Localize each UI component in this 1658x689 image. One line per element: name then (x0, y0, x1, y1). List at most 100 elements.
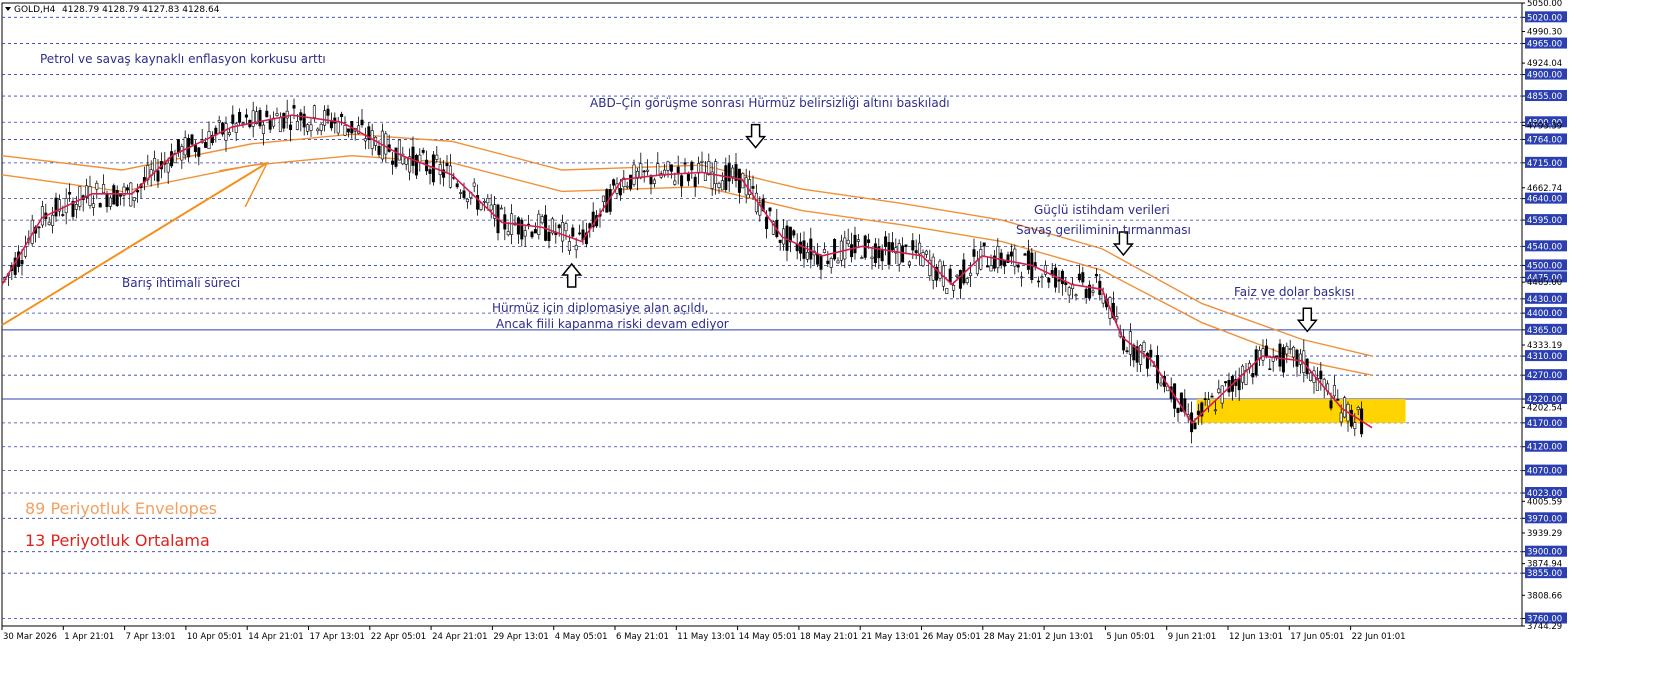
x-tick-label: 6 May 21:01 (616, 632, 669, 642)
candle-body (1343, 397, 1347, 418)
candle-body (986, 265, 990, 268)
candle-body (207, 131, 211, 150)
candle-body (700, 160, 704, 163)
candle-body (414, 155, 418, 176)
candle-body (1145, 352, 1149, 369)
y-tick-label: 4924.04 (1527, 59, 1562, 69)
candle-body (924, 250, 928, 255)
candle-body (829, 257, 833, 268)
candle-body (1139, 345, 1143, 365)
candle-body (914, 250, 918, 254)
x-tick-label: 22 Jun 01:01 (1352, 632, 1406, 642)
candle-body (503, 214, 507, 230)
candle-body (612, 179, 616, 186)
x-axis: 30 Mar 2026 1 Apr 21:01 7 Apr 13:01 10 Apr … (1, 626, 1406, 642)
candle-body (1224, 381, 1228, 384)
candle-body (289, 124, 293, 130)
header-symbol: GOLD,H4 (14, 5, 56, 15)
candle-body (1336, 399, 1340, 401)
y-tick-label: 4430.00 (1527, 295, 1562, 305)
candle-body (1278, 343, 1282, 367)
candle-body (578, 232, 582, 235)
candle-body (1125, 350, 1129, 353)
candle-body (850, 244, 854, 258)
candle-body (601, 195, 605, 202)
x-tick-label: 24 Apr 21:01 (432, 632, 487, 642)
candle-body (1077, 273, 1081, 281)
candle-body (112, 185, 116, 205)
candle-body (102, 184, 106, 194)
candle-body (1285, 345, 1289, 355)
candle-body (462, 190, 466, 198)
candle-body (1176, 407, 1180, 413)
candle-body (680, 175, 684, 187)
candle-body (74, 204, 78, 210)
candle-body (860, 257, 864, 259)
y-tick-label: 3855.00 (1527, 569, 1562, 579)
candle-body (792, 230, 796, 236)
y-tick-label: 4715.00 (1527, 159, 1562, 169)
candle-body (91, 203, 95, 208)
candle-body (1339, 412, 1343, 423)
candle-body (907, 261, 911, 266)
candle-body (826, 260, 830, 264)
candle-body (1081, 272, 1085, 283)
y-tick-label: 4855.00 (1527, 92, 1562, 102)
candle-body (1292, 346, 1296, 358)
candle-body (632, 164, 636, 185)
candle-body (306, 124, 310, 132)
x-tick-label: 9 Jun 21:01 (1168, 632, 1217, 642)
candle-body (108, 197, 112, 207)
candle-body (778, 239, 782, 243)
candle-body (822, 249, 826, 253)
candle-body (853, 234, 857, 254)
candle-body (856, 239, 860, 242)
candle-body (268, 120, 272, 130)
candle-body (1057, 279, 1061, 282)
candle-body (1281, 347, 1285, 373)
candle-body (768, 207, 772, 212)
candle-body (972, 249, 976, 257)
candle-body (931, 256, 935, 281)
candle-body (656, 163, 660, 176)
candle-body (751, 186, 755, 189)
candle-body (251, 110, 255, 127)
candle-body (435, 154, 439, 160)
candle-body (78, 186, 82, 207)
candle-body (292, 105, 296, 109)
candle-body (105, 193, 109, 207)
candle-body (391, 160, 395, 165)
candle-body (455, 183, 459, 188)
candle-body (275, 113, 279, 116)
candle-body (23, 246, 27, 257)
candle-body (921, 252, 925, 267)
x-tick-label: 29 Apr 13:01 (493, 632, 548, 642)
candle-body (1026, 250, 1030, 270)
candle-body (384, 133, 388, 155)
candle-body (765, 216, 769, 230)
candle-body (975, 260, 979, 275)
candle-body (945, 288, 949, 294)
candle-body (1210, 395, 1214, 398)
candle-body (166, 162, 170, 173)
candle-body (1329, 400, 1333, 409)
candle-body (323, 110, 327, 126)
candle-body (625, 185, 629, 188)
candle-body (537, 213, 541, 235)
candle-body (340, 113, 344, 118)
candle-body (217, 120, 221, 123)
candle-body (629, 174, 633, 190)
candle-body (329, 121, 333, 129)
candle-body (669, 164, 673, 172)
candle-body (1309, 372, 1313, 381)
candle-body (547, 231, 551, 242)
candle-body (880, 249, 884, 262)
candle-body (170, 151, 174, 167)
candle-body (1213, 409, 1217, 412)
candle-body (506, 231, 510, 236)
candle-body (343, 124, 347, 136)
candle-body (404, 157, 408, 165)
legend-envelope: 89 Periyotluk Envelopes (25, 499, 217, 518)
candle-body (639, 163, 643, 179)
candle-body (377, 146, 381, 155)
